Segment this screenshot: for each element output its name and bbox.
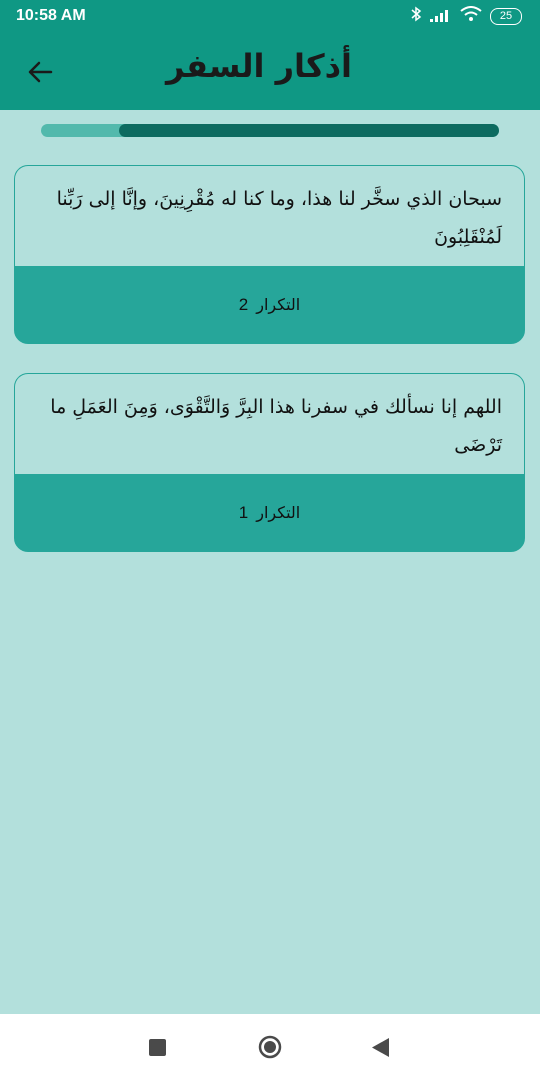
status-bar: 10:58 AM 25 [0, 0, 540, 34]
counter-value: 2 [238, 294, 249, 314]
counter-button[interactable]: التكرار 2 [15, 266, 524, 343]
dhikr-card: سبحان الذي سخَّر لنا هذا، وما كنا له مُق… [14, 165, 525, 344]
counter-label: التكرار [256, 503, 301, 522]
home-circle-icon[interactable] [258, 1035, 282, 1063]
status-time: 10:58 AM [16, 7, 86, 24]
progress-fill [118, 124, 499, 137]
status-icons: 25 [410, 6, 522, 26]
dhikr-text: سبحان الذي سخَّر لنا هذا، وما كنا له مُق… [15, 166, 524, 266]
progress-bar [41, 124, 499, 137]
signal-icon [430, 7, 452, 26]
counter-value: 1 [238, 502, 249, 522]
dhikr-card: اللهم إنا نسألك في سفرنا هذا البِرَّ وَا… [14, 373, 525, 552]
counter-button[interactable]: التكرار 1 [15, 474, 524, 551]
dhikr-text: اللهم إنا نسألك في سفرنا هذا البِرَّ وَا… [15, 374, 524, 474]
bluetooth-icon [410, 6, 422, 26]
counter-label: التكرار [256, 295, 301, 314]
back-button[interactable] [20, 54, 60, 94]
wifi-icon [460, 6, 482, 26]
page-title: أذكار السفر [165, 47, 352, 85]
system-nav-bar [0, 1014, 540, 1080]
arrow-back-icon [27, 60, 53, 88]
battery-icon: 25 [490, 7, 522, 25]
back-triangle-icon[interactable] [372, 1038, 389, 1061]
recents-square-icon[interactable] [149, 1039, 166, 1060]
app-bar: أذكار السفر [0, 34, 540, 110]
